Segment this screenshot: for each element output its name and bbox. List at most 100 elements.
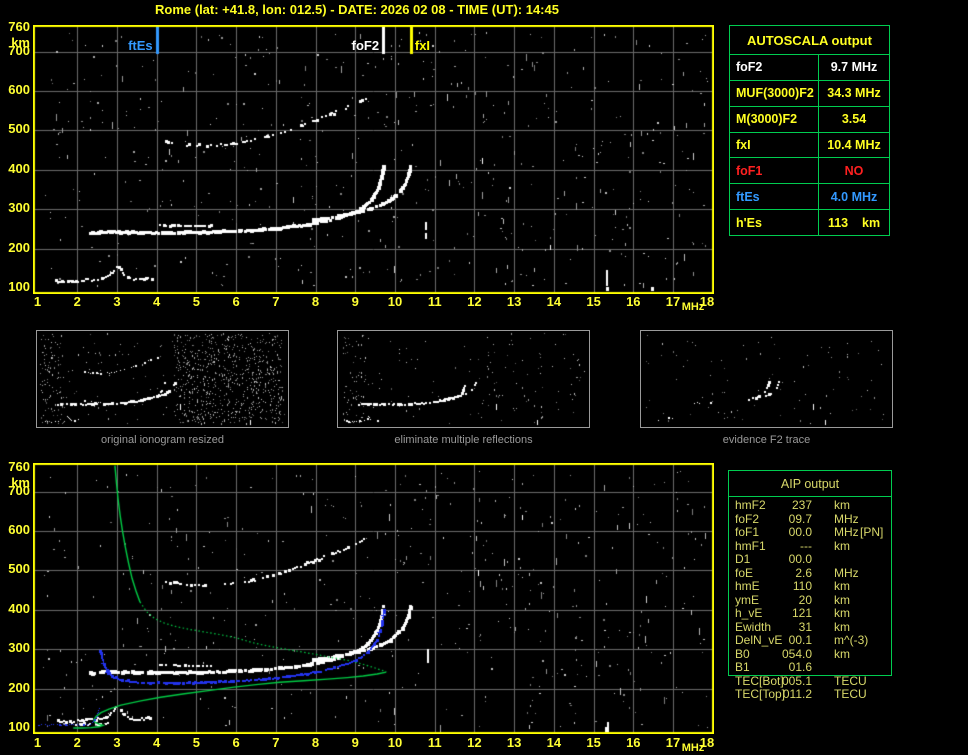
x-tick-label: 3 [113,735,121,750]
x-tick-label: 5 [192,735,200,750]
y-tick-label: 300 [8,200,30,216]
y-tick-label: 400 [8,600,30,616]
autoscala-output-table: AUTOSCALA output foF2 9.7 MHz MUF(3000)F2 3… [729,25,890,236]
y-tick-label: 100 [8,719,30,734]
aip-param-label: foF1 [735,525,760,539]
aip-param-value: 237 [791,498,812,512]
aip-param-unit: TECU [834,673,867,688]
autoscala-row-ftEs: ftEs 4.0 MHz [730,184,889,211]
aip-param-unit: km [834,498,850,512]
aip-param-unit: TECU [834,687,867,701]
x-tick-label: 12 [467,294,482,309]
aip-param-unit: km [834,579,850,593]
aip-param-value: 20 [798,592,812,607]
aip-param-label: foE [735,565,754,580]
marker-label-fxI: fxI [414,38,431,53]
x-tick-label: 13 [506,294,522,309]
autoscala-row-h'Es: h'Es 113 km [730,210,889,236]
aip-param-label: h_vE [735,606,763,620]
autoscala-param-value: NO [844,163,864,178]
aip-row-TEC[Top]: TEC[Top] 011.2 TECU [728,687,928,702]
x-axis-unit-label: MHz [681,301,705,313]
x-axis-unit-label: MHz [681,742,705,754]
x-tick-label: 12 [467,735,482,750]
autoscala-row-MUF(3000)F2: MUF(3000)F2 34.3 MHz [730,80,889,107]
aip-param-unit: km [834,646,850,661]
aip-param-unit: km [834,606,850,620]
aip-param-label: B1 [735,660,750,674]
aip-param-value: 121 [791,606,812,620]
page-title: Rome (lat: +41.8, lon: 012.5) - DATE: 20… [155,2,559,17]
aip-row-D1: D1 00.0 [728,552,928,567]
x-tick-label: 3 [113,294,121,309]
aip-row-TEC[Bot]: TEC[Bot] 005.1 TECU [728,673,928,689]
x-tick-label: 1 [33,294,42,309]
aip-param-unit: km [834,619,850,634]
x-tick-label: 2 [73,294,81,309]
autoscala-param-value: 9.7 MHz [830,60,878,75]
x-tick-label: 16 [626,294,641,309]
y-tick-label: 760 [8,19,30,35]
aip-row-Ewidth: Ewidth 31 km [728,619,928,635]
y-tick-label: 500 [8,121,30,137]
autoscala-param-value: 10.4 MHz [827,138,881,152]
x-tick-label: 5 [192,294,200,309]
x-tick-label: 14 [546,735,562,750]
x-tick-label: 6 [232,735,240,750]
aip-param-unit: km [834,538,850,553]
autoscala-param-label: ftEs [730,184,819,210]
autoscala-param-label: h'Es [730,210,819,236]
aip-param-value: 110 [792,579,812,593]
aip-row-B1: B1 01.6 [728,660,928,675]
panel-eliminate-reflections-canvas [337,330,590,428]
x-tick-label: 6 [232,294,240,309]
aip-row-h_vE: h_vE 121 km [728,606,928,621]
autoscala-table-rows: foF2 9.7 MHz MUF(3000)F2 34.3 MHz M(3000)F2 3… [730,55,889,236]
aip-param-value: 005.1 [781,673,812,688]
aip-param-value: 00.1 [788,633,812,647]
y-tick-label: 200 [8,239,30,255]
x-tick-label: 1 [33,735,42,750]
y-tick-label: 300 [8,640,30,656]
x-tick-label: 14 [546,294,562,309]
aip-param-unit: MHz [834,565,859,580]
x-tick-label: 11 [427,735,442,750]
x-tick-label: 10 [387,294,403,309]
y-tick-label: 600 [8,82,30,98]
panel-caption-evidence: evidence F2 trace [722,434,811,446]
y-axis-unit-label: km [11,35,30,50]
aip-param-unit: MHz [834,511,859,526]
aip-row-DelN_vE: DelN_vE 00.1 m^(-3) [728,633,928,648]
bottom-profile-canvas [33,463,714,734]
panel-original-ionogram-canvas [36,330,289,428]
marker-label-ftEs: ftEs [128,38,153,53]
y-tick-label: 760 [8,459,30,475]
aip-param-note: [PN] [860,525,884,539]
aip-row-ymE: ymE 20 km [728,592,928,608]
aip-param-label: B0 [735,646,750,661]
aip-row-B0: B0 054.0 km [728,646,928,662]
autoscala-row-foF1: foF1 NO [730,158,889,185]
aip-param-value: 01.6 [788,660,812,674]
aip-param-value: --- [800,538,812,553]
x-tick-label: 9 [351,294,359,309]
x-tick-label: 4 [153,735,161,750]
x-tick-label: 16 [626,735,641,750]
top-ionogram-canvas [33,25,714,294]
autoscala-param-label: fxI [730,132,819,158]
autoscala-row-M(3000)F2: M(3000)F2 3.54 [730,106,889,133]
aip-table-rows: hmF2 237 km foF2 09.7 MHz foF1 00.0 MHz [PN] hmF1-… [728,498,928,702]
aip-param-value: 00.0 [788,552,812,566]
x-tick-label: 2 [73,735,81,750]
x-tick-label: 7 [272,294,280,309]
aip-param-label: ymE [735,592,759,607]
aip-param-unit: m^(-3) [834,633,869,647]
aip-param-value: 09.7 [788,511,812,526]
x-tick-label: 7 [272,735,280,750]
autoscala-table-title: AUTOSCALA output [730,26,889,55]
y-axis-unit-label: km [11,475,30,490]
aip-param-label: foF2 [735,511,760,526]
autoscala-param-label: M(3000)F2 [730,106,819,132]
y-tick-label: 600 [8,522,30,538]
x-tick-label: 15 [586,735,601,750]
